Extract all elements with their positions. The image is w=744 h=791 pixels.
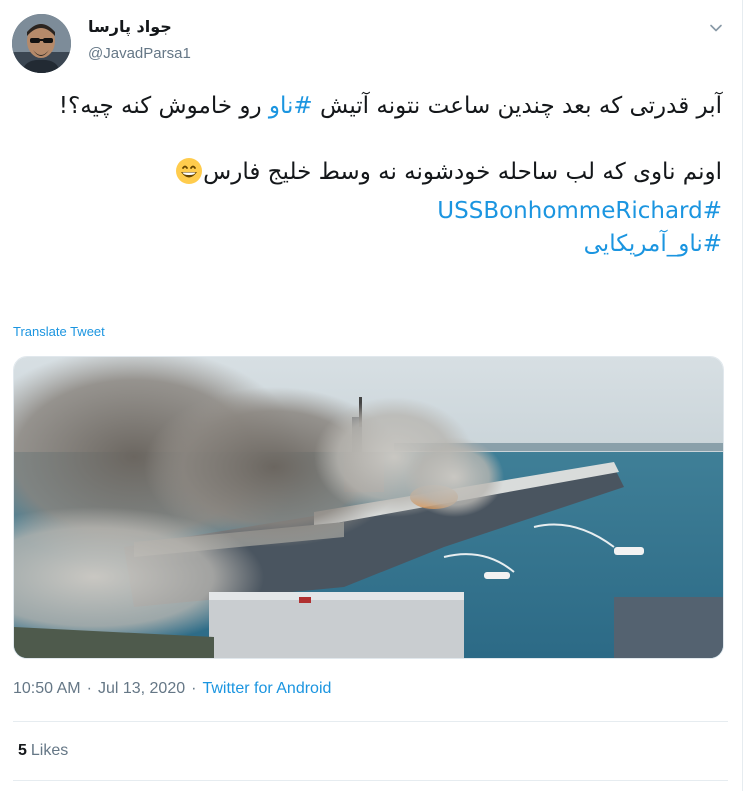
tweet-text-paragraph-1: آبر قدرتی که بعد چندین ساعت نتونه آتیش #… — [14, 90, 722, 123]
tweet-date[interactable]: Jul 13, 2020 — [98, 680, 185, 697]
grinning-face-emoji-icon — [175, 157, 203, 195]
tweet-text-segment: رو خاموش کنه چیه؟! — [58, 93, 269, 119]
tweet-text-segment: اونم ناوی که لب ساحله خودشونه نه وسط خلی… — [203, 159, 722, 185]
hashtag-link[interactable]: #ناو_آمریکایی — [584, 231, 722, 257]
author-display-name[interactable]: جواد پارسا — [88, 17, 172, 36]
separator-dot: · — [191, 680, 197, 697]
tweet-text-paragraph-3: #USSBonhommeRichard — [14, 195, 722, 228]
tweet-text-paragraph-4: #ناو_آمریکایی — [14, 228, 722, 261]
translate-tweet-link[interactable]: Translate Tweet — [13, 324, 105, 339]
separator-dot: · — [86, 680, 92, 697]
author-avatar[interactable] — [12, 14, 71, 73]
tweet-text: آبر قدرتی که بعد چندین ساعت نتونه آتیش #… — [14, 90, 722, 261]
tweet-card: جواد پارسا @JavadParsa1 آبر قدرتی که بعد… — [0, 0, 743, 791]
likes-count: 5 — [18, 742, 27, 759]
tweet-media-photo[interactable] — [13, 356, 724, 659]
divider — [13, 780, 728, 781]
chevron-down-icon[interactable] — [708, 20, 724, 36]
divider — [13, 721, 728, 722]
hashtag-link[interactable]: #USSBonhommeRichard — [437, 198, 722, 224]
likes-label: Likes — [30, 742, 69, 759]
ship-fire-photo — [14, 357, 723, 658]
tweet-source-link[interactable]: Twitter for Android — [202, 680, 331, 697]
author-handle[interactable]: @JavadParsa1 — [88, 45, 191, 62]
user-avatar-icon — [12, 14, 71, 73]
tweet-text-paragraph-2: اونم ناوی که لب ساحله خودشونه نه وسط خلی… — [14, 156, 722, 195]
likes-stat[interactable]: 5 Likes — [18, 742, 68, 760]
tweet-time[interactable]: 10:50 AM — [13, 680, 81, 697]
hashtag-link[interactable]: #ناو — [269, 93, 313, 119]
tweet-metadata: 10:50 AM · Jul 13, 2020 · Twitter for Androi… — [13, 680, 331, 698]
tweet-text-segment: آبر قدرتی که بعد چندین ساعت نتونه آتیش — [312, 93, 722, 119]
